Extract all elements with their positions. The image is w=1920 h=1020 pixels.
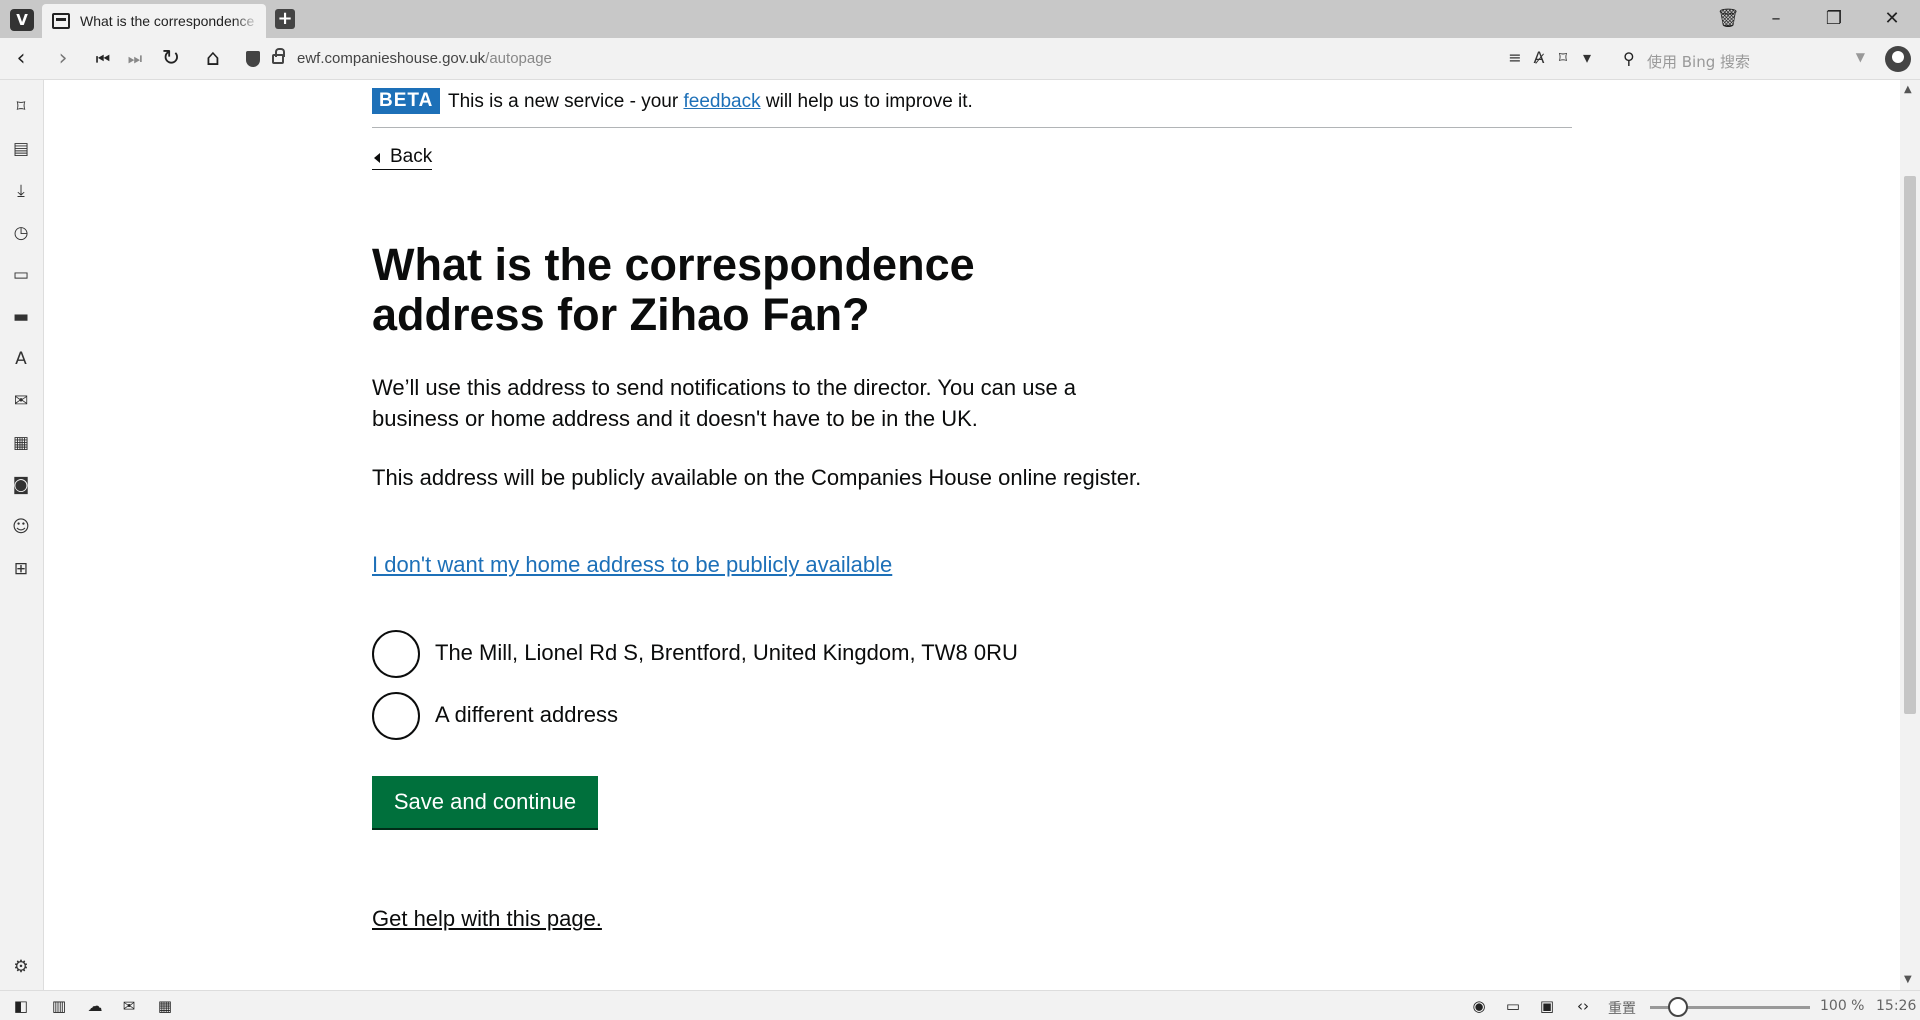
reload-icon[interactable]: ↻ — [158, 46, 184, 72]
zoom-level: 100 % — [1820, 998, 1865, 1014]
translate-panel-icon[interactable]: A — [10, 348, 32, 370]
banner-text: This is a new service - your feedback wi… — [448, 91, 973, 112]
url-actions: ≡ A̷ ⌑ ▾ — [1503, 48, 1599, 67]
status-bar: ◧ ▥ ☁ ✉ ▦ ◉ ▭ ▣ ‹› 重置 100 % 15:26 — [0, 990, 1920, 1020]
close-window-button[interactable]: ✕ — [1880, 8, 1904, 30]
url-text[interactable]: ewf.companieshouse.gov.uk/autopage — [297, 50, 552, 67]
add-web-panel-icon[interactable]: ⊞ — [10, 558, 32, 580]
rewind-icon[interactable]: ⏮ — [90, 46, 116, 72]
radio-button[interactable] — [372, 692, 420, 740]
tab-bar: V What is the correspondence + 🗑 – ❐ ✕ — [0, 0, 1920, 38]
phase-banner: BETA This is a new service - your feedba… — [372, 88, 1572, 128]
bookmark-icon[interactable]: ⌑ — [1551, 48, 1575, 67]
tab-tiling-icon[interactable]: ▥ — [48, 996, 70, 1016]
reader-view-icon[interactable]: ≡ — [1503, 48, 1527, 67]
zoom-reset-label[interactable]: 重置 — [1608, 998, 1636, 1018]
feedback-link[interactable]: feedback — [683, 91, 760, 112]
shield-icon[interactable] — [246, 51, 260, 67]
home-icon[interactable]: ⌂ — [200, 46, 226, 72]
address-toolbar: ‹ › ⏮ ⏭ ↻ ⌂ ewf.companieshouse.gov.uk/au… — [0, 38, 1920, 80]
tile-window-icon[interactable]: ▭ — [1502, 996, 1524, 1016]
radio-option-existing-address[interactable]: The Mill, Lionel Rd S, Brentford, United… — [372, 630, 1092, 678]
calendar-icon[interactable]: ▦ — [10, 432, 32, 454]
back-link[interactable]: Back — [372, 146, 433, 170]
active-tab[interactable]: What is the correspondence — [42, 4, 266, 38]
home-address-privacy-link[interactable]: I don't want my home address to be publi… — [372, 552, 892, 578]
contacts-icon[interactable]: ☺ — [10, 516, 32, 538]
tab-title: What is the correspondence — [80, 13, 255, 29]
forward-arrow-icon[interactable]: › — [50, 46, 76, 72]
page-title: What is the correspondence address for Z… — [372, 239, 975, 340]
capture-icon[interactable]: ◉ — [1468, 996, 1490, 1016]
scroll-down-icon[interactable]: ▼ — [1904, 974, 1912, 985]
minimize-button[interactable]: – — [1764, 8, 1788, 30]
panel-toggle-icon[interactable]: ◧ — [10, 996, 32, 1016]
mail-status-icon[interactable]: ✉ — [118, 996, 140, 1016]
page-scrollbar[interactable]: ▲ ▼ — [1900, 80, 1920, 990]
new-tab-button[interactable]: + — [275, 9, 295, 29]
profile-avatar[interactable] — [1885, 46, 1911, 72]
scroll-up-icon[interactable]: ▲ — [1904, 84, 1912, 95]
images-icon[interactable]: ▣ — [1536, 996, 1558, 1016]
vivaldi-menu-icon[interactable]: V — [10, 9, 34, 31]
feeds-icon[interactable]: ◙ — [10, 474, 32, 496]
search-input[interactable]: 使用 Bing 搜索 — [1647, 51, 1750, 72]
back-arrow-icon[interactable]: ‹ — [8, 46, 34, 72]
downloads-icon[interactable]: ⤓ — [10, 180, 32, 202]
sync-cloud-icon[interactable]: ☁ — [84, 996, 106, 1016]
save-and-continue-button[interactable]: Save and continue — [372, 776, 598, 828]
url-field[interactable]: ewf.companieshouse.gov.uk/autopage ≡ A̷ ⌑ ▾ — [240, 44, 1605, 74]
side-panel: ⌑ ▤ ⤓ ◷ ▭ ▬ A ✉ ▦ ◙ ☺ ⊞ ⚙ — [0, 80, 44, 990]
clock: 15:26 — [1876, 998, 1917, 1014]
notification-paragraph: We’ll use this address to send notificat… — [372, 375, 1077, 431]
window-panel-icon[interactable]: ▬ — [10, 306, 32, 328]
fast-forward-icon[interactable]: ⏭ — [122, 46, 148, 72]
page-content: BETA This is a new service - your feedba… — [44, 80, 1900, 990]
search-engine-dropdown-icon[interactable]: ▼ — [1856, 50, 1865, 64]
mail-icon[interactable]: ✉ — [10, 390, 32, 412]
translate-icon[interactable]: A̷ — [1527, 48, 1551, 67]
scroll-thumb[interactable] — [1904, 176, 1916, 714]
radio-label[interactable]: A different address — [435, 702, 618, 728]
notes-icon[interactable]: ▭ — [10, 264, 32, 286]
search-field[interactable]: ⚲ 使用 Bing 搜索 ▼ — [1615, 44, 1871, 74]
trash-icon[interactable]: 🗑 — [1716, 8, 1740, 30]
page-actions-icon[interactable]: ‹› — [1572, 996, 1594, 1016]
companies-house-favicon-icon — [52, 13, 70, 29]
zoom-slider-thumb[interactable] — [1668, 997, 1688, 1017]
history-icon[interactable]: ◷ — [10, 222, 32, 244]
lock-icon[interactable] — [272, 48, 285, 64]
settings-gear-icon[interactable]: ⚙ — [10, 956, 32, 978]
radio-button[interactable] — [372, 630, 420, 678]
help-link[interactable]: Get help with this page. — [372, 906, 602, 932]
search-icon: ⚲ — [1623, 49, 1635, 68]
calendar-status-icon[interactable]: ▦ — [154, 996, 176, 1016]
public-register-paragraph: This address will be publicly available … — [372, 465, 1142, 490]
radio-option-different-address[interactable]: A different address — [372, 692, 672, 740]
beta-tag: BETA — [372, 88, 441, 114]
restore-button[interactable]: ❐ — [1822, 8, 1846, 30]
reading-list-icon[interactable]: ▤ — [10, 138, 32, 160]
bookmarks-panel-icon[interactable]: ⌑ — [10, 96, 32, 118]
radio-label[interactable]: The Mill, Lionel Rd S, Brentford, United… — [435, 640, 1018, 666]
dropdown-icon[interactable]: ▾ — [1575, 48, 1599, 67]
